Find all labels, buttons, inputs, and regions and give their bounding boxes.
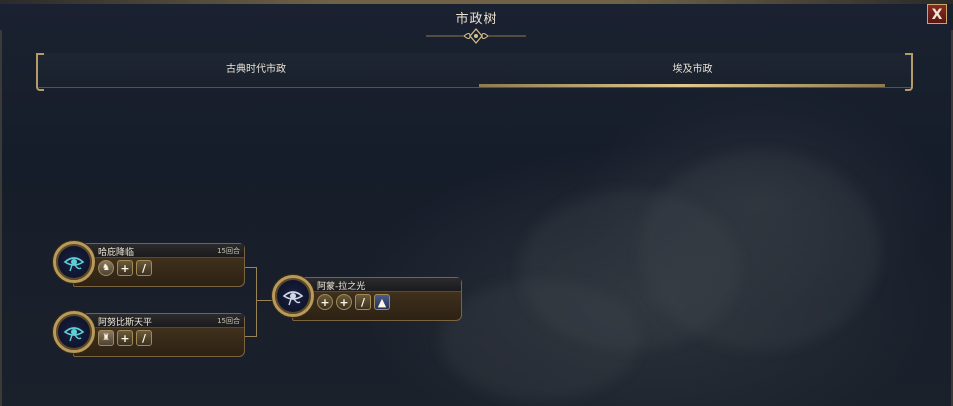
civic-turns: 15回合 bbox=[217, 317, 240, 325]
monument-icon[interactable]: ▲ bbox=[374, 294, 390, 310]
connector-line bbox=[256, 267, 257, 337]
feather-icon[interactable]: / bbox=[355, 294, 371, 310]
frame-left bbox=[0, 30, 8, 406]
civic-unlocks: + + / ▲ bbox=[317, 294, 390, 310]
civic-unlocks: ♞ + / bbox=[98, 260, 152, 276]
connector-line bbox=[243, 336, 257, 337]
civics-tree-screen: 市政树 X 古典时代市政 埃及市政 哈庇降临 15回合 ♞ + / 阿努比斯天平… bbox=[0, 0, 953, 406]
map-texture bbox=[440, 280, 640, 400]
plus-icon[interactable]: + bbox=[336, 294, 352, 310]
civic-card: 阿努比斯天平 15回合 ♜ + / bbox=[73, 313, 245, 357]
feather-icon[interactable]: / bbox=[136, 330, 152, 346]
civic-turns: 15回合 bbox=[217, 247, 240, 255]
plus-icon[interactable]: + bbox=[117, 260, 133, 276]
civic-node-hapi[interactable]: 哈庇降临 15回合 ♞ + / bbox=[53, 241, 245, 287]
civic-name: 阿蒙-拉之光 bbox=[317, 282, 366, 292]
plus-icon[interactable]: + bbox=[117, 330, 133, 346]
tab-bar: 古典时代市政 埃及市政 bbox=[36, 53, 913, 91]
eye-of-horus-icon bbox=[272, 275, 314, 317]
active-tab-indicator bbox=[479, 84, 885, 87]
map-texture bbox=[640, 150, 880, 350]
close-button[interactable]: X bbox=[927, 4, 947, 24]
civic-card: 阿蒙-拉之光 + + / ▲ bbox=[292, 277, 462, 321]
civic-node-amun-ra[interactable]: 阿蒙-拉之光 + + / ▲ bbox=[272, 275, 464, 321]
tab-egypt-civics[interactable]: 埃及市政 bbox=[474, 53, 911, 87]
civic-name: 阿努比斯天平 bbox=[98, 318, 153, 328]
frame-right bbox=[945, 30, 953, 406]
plus-icon[interactable]: + bbox=[317, 294, 333, 310]
civic-node-anubis[interactable]: 阿努比斯天平 15回合 ♜ + / bbox=[53, 311, 245, 357]
eye-of-horus-icon bbox=[53, 311, 95, 353]
feather-icon[interactable]: / bbox=[136, 260, 152, 276]
civic-card: 哈庇降临 15回合 ♞ + / bbox=[73, 243, 245, 287]
eye-of-horus-icon bbox=[53, 241, 95, 283]
civic-unlocks: ♜ + / bbox=[98, 330, 152, 346]
window-title: 市政树 bbox=[455, 12, 498, 27]
unit-portrait-icon[interactable]: ♞ bbox=[98, 260, 114, 276]
title-ornament-icon bbox=[426, 28, 526, 44]
building-portrait-icon[interactable]: ♜ bbox=[98, 330, 114, 346]
civic-name: 哈庇降临 bbox=[98, 248, 135, 258]
top-frame-line bbox=[0, 0, 953, 4]
connector-line bbox=[243, 267, 257, 268]
tab-classical-civics[interactable]: 古典时代市政 bbox=[38, 53, 474, 87]
